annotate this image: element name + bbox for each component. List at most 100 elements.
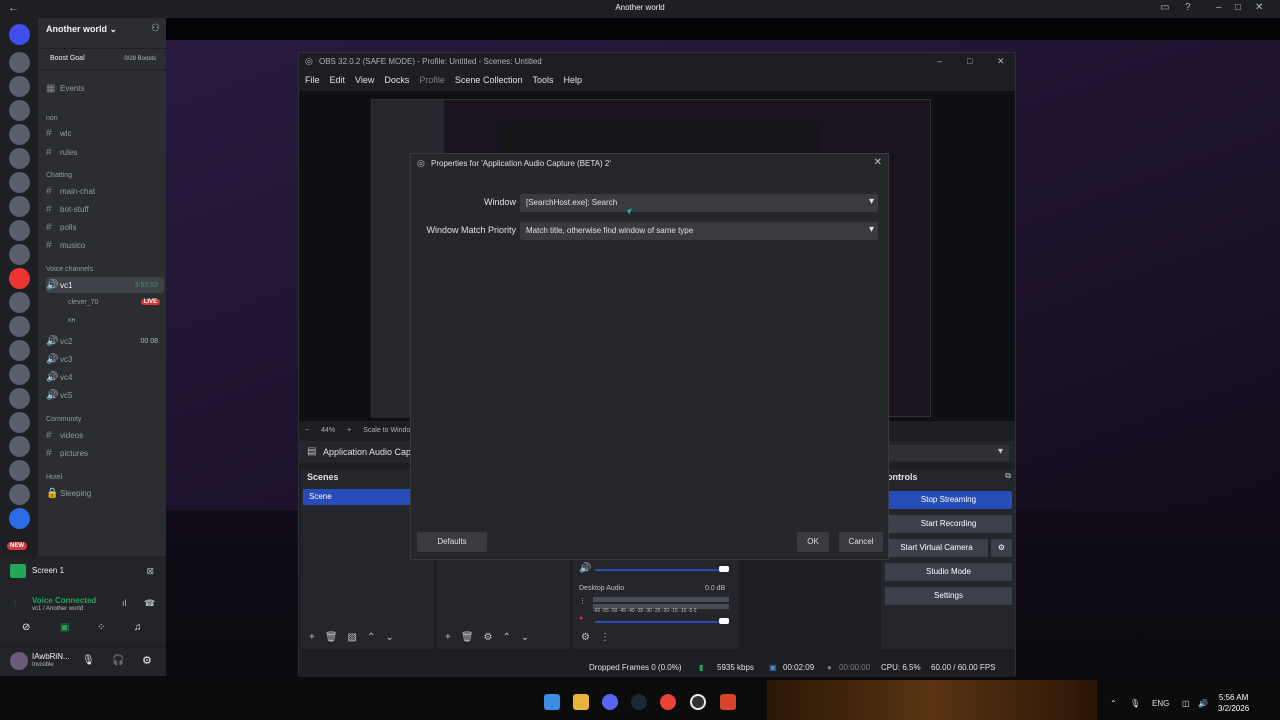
minimize-icon[interactable]: – bbox=[1216, 2, 1222, 13]
gear-icon[interactable]: ⚙ bbox=[142, 654, 152, 667]
microphone-icon[interactable]: 🎙 bbox=[82, 655, 95, 666]
category-chatting[interactable]: Chatting bbox=[46, 167, 164, 183]
start-virtual-camera-button[interactable]: Start Virtual Camera bbox=[885, 539, 988, 557]
studio-mode-button[interactable]: Studio Mode bbox=[885, 563, 1012, 581]
up-arrow-icon[interactable]: ⌃ bbox=[367, 632, 375, 646]
channel-bot-stuff[interactable]: # bot-stuff bbox=[46, 201, 164, 217]
server-icon[interactable] bbox=[9, 412, 30, 433]
server-icon[interactable] bbox=[9, 484, 30, 505]
muted-speaker-icon[interactable]: ● bbox=[579, 615, 583, 622]
server-icon[interactable] bbox=[9, 124, 30, 145]
down-arrow-icon[interactable]: ⌄ bbox=[521, 632, 529, 646]
zoom-out-button[interactable]: − bbox=[305, 427, 309, 434]
disconnect-icon[interactable]: ☎ bbox=[144, 598, 155, 609]
trash-icon[interactable]: 🗑 bbox=[461, 632, 474, 646]
file-explorer-icon[interactable] bbox=[573, 694, 589, 710]
chrome-icon[interactable] bbox=[660, 694, 676, 710]
server-icon[interactable] bbox=[9, 316, 30, 337]
add-member-icon[interactable]: ⚇ bbox=[151, 23, 160, 34]
close-icon[interactable]: ✕ bbox=[874, 157, 882, 168]
server-icon[interactable] bbox=[9, 148, 30, 169]
camera-off-icon[interactable]: ⊘ bbox=[22, 622, 30, 633]
mixer-settings-icon[interactable]: ⚙ bbox=[581, 632, 590, 646]
maximize-icon[interactable]: □ bbox=[1235, 2, 1241, 13]
noise-suppression-icon[interactable]: ıl bbox=[122, 598, 127, 608]
ok-button[interactable]: OK bbox=[797, 532, 829, 552]
server-icon[interactable] bbox=[9, 268, 30, 289]
guild-name[interactable]: Another world ⌄ bbox=[46, 24, 117, 35]
channel-vc3[interactable]: 🔊 vc3 bbox=[46, 351, 164, 367]
server-icon[interactable] bbox=[9, 172, 30, 193]
headphones-icon[interactable]: 🎧 bbox=[112, 655, 124, 666]
inbox-icon[interactable]: ▭ bbox=[1160, 2, 1169, 13]
maximize-icon[interactable]: □ bbox=[967, 56, 972, 66]
channel-vc1[interactable]: 🔊 vc1 3:53:52 bbox=[46, 277, 164, 293]
soundboard-icon[interactable]: ♫ bbox=[134, 622, 142, 633]
network-icon[interactable]: ◫ bbox=[1182, 699, 1190, 708]
menu-tools[interactable]: Tools bbox=[532, 75, 553, 91]
volume-slider[interactable] bbox=[719, 566, 729, 572]
menu-edit[interactable]: Edit bbox=[330, 75, 346, 91]
discord-icon[interactable] bbox=[602, 694, 618, 710]
server-icon[interactable] bbox=[9, 100, 30, 121]
clock[interactable]: 5:56 AM 3/2/2026 bbox=[1218, 692, 1249, 714]
voice-user[interactable]: ᴋʜ bbox=[60, 313, 164, 327]
add-icon[interactable]: + bbox=[445, 632, 451, 646]
menu-file[interactable]: File bbox=[305, 75, 320, 91]
microphone-icon[interactable]: 🎙 bbox=[1130, 699, 1140, 708]
windows-start-icon[interactable] bbox=[544, 694, 560, 710]
activities-icon[interactable]: ⁘ bbox=[97, 622, 105, 633]
menu-scene-collection[interactable]: Scene Collection bbox=[455, 75, 523, 91]
channel-vc5[interactable]: 🔊 vc5 bbox=[46, 387, 164, 403]
more-icon[interactable]: ⋮ bbox=[600, 632, 610, 646]
stop-streaming-button[interactable]: Stop Streaming bbox=[885, 491, 1012, 509]
minimize-icon[interactable]: – bbox=[937, 56, 942, 66]
category-community[interactable]: Community bbox=[46, 411, 164, 427]
server-icon[interactable] bbox=[9, 388, 30, 409]
menu-profile[interactable]: Profile bbox=[419, 75, 445, 91]
language-indicator[interactable]: ENG bbox=[1152, 699, 1169, 708]
voice-location[interactable]: vc1 / Another world bbox=[32, 606, 83, 612]
down-arrow-icon[interactable]: ⌄ bbox=[385, 632, 393, 646]
steam-icon[interactable] bbox=[631, 694, 647, 710]
screen-share-button-icon[interactable]: ▣ bbox=[60, 622, 69, 633]
mixer-menu-icon[interactable]: ⋮ bbox=[579, 597, 586, 605]
window-select[interactable]: [SearchHost.exe]: Search ▾ bbox=[520, 194, 878, 212]
start-recording-button[interactable]: Start Recording bbox=[885, 515, 1012, 533]
up-arrow-icon[interactable]: ⌃ bbox=[503, 632, 511, 646]
category-hotel[interactable]: Hotel bbox=[46, 469, 164, 485]
stop-share-icon[interactable]: ⊠ bbox=[146, 566, 154, 577]
category-non[interactable]: non bbox=[46, 110, 164, 126]
obs-icon[interactable] bbox=[690, 694, 706, 710]
server-icon[interactable] bbox=[9, 364, 30, 385]
discord-home-icon[interactable] bbox=[9, 24, 30, 45]
add-icon[interactable]: + bbox=[309, 632, 315, 646]
server-icon[interactable] bbox=[9, 436, 30, 457]
server-icon[interactable] bbox=[9, 76, 30, 97]
volume-slider[interactable] bbox=[719, 618, 729, 624]
menu-view[interactable]: View bbox=[355, 75, 374, 91]
events-item[interactable]: ▦ Events bbox=[46, 80, 164, 96]
server-icon[interactable] bbox=[9, 244, 30, 265]
server-icon[interactable] bbox=[9, 340, 30, 361]
channel-polls[interactable]: # polls bbox=[46, 219, 164, 235]
server-icon[interactable] bbox=[9, 196, 30, 217]
trash-icon[interactable]: 🗑 bbox=[325, 632, 338, 646]
zoom-mode[interactable]: Scale to Window bbox=[363, 427, 415, 434]
menu-docks[interactable]: Docks bbox=[384, 75, 409, 91]
zoom-in-button[interactable]: + bbox=[347, 427, 351, 434]
speaker-icon[interactable]: 🔊 bbox=[579, 563, 591, 574]
channel-sleeping[interactable]: 🔒 Sleeping bbox=[46, 485, 164, 501]
chevron-up-icon[interactable]: ⌃ bbox=[1110, 699, 1117, 708]
source-select[interactable] bbox=[889, 445, 1009, 461]
voice-user[interactable]: clever_70 LIVE bbox=[60, 295, 164, 309]
close-icon[interactable]: ✕ bbox=[997, 56, 1005, 67]
volume-icon[interactable]: 🔊 bbox=[1198, 699, 1208, 708]
filter-icon[interactable]: ▧ bbox=[348, 632, 357, 646]
server-icon[interactable] bbox=[9, 52, 30, 73]
channel-vc2[interactable]: 🔊 vc2 00 08 bbox=[46, 333, 164, 349]
app-icon[interactable] bbox=[720, 694, 736, 710]
defaults-button[interactable]: Defaults bbox=[417, 532, 487, 552]
username[interactable]: IAwbRiN... bbox=[32, 652, 70, 661]
gear-icon[interactable]: ⚙ bbox=[484, 632, 493, 646]
